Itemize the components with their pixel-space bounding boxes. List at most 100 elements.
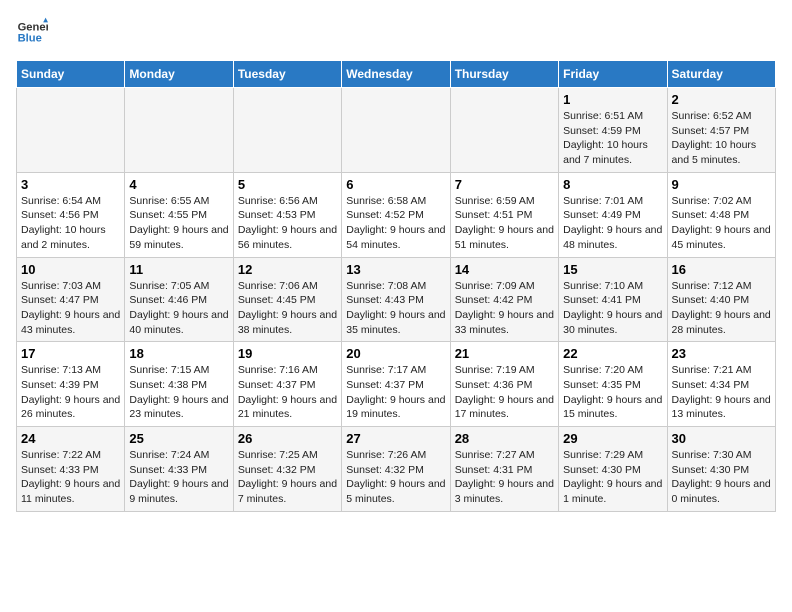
day-number: 2 (672, 92, 771, 107)
week-row-4: 17 Sunrise: 7:13 AMSunset: 4:39 PMDayligh… (17, 342, 776, 427)
day-cell (17, 88, 125, 173)
day-info: Sunrise: 6:59 AMSunset: 4:51 PMDaylight:… (455, 194, 554, 253)
day-info: Sunrise: 6:56 AMSunset: 4:53 PMDaylight:… (238, 194, 337, 253)
week-row-5: 24 Sunrise: 7:22 AMSunset: 4:33 PMDayligh… (17, 427, 776, 512)
day-number: 12 (238, 262, 337, 277)
day-number: 27 (346, 431, 445, 446)
day-number: 13 (346, 262, 445, 277)
day-cell: 1 Sunrise: 6:51 AMSunset: 4:59 PMDaylight… (559, 88, 667, 173)
day-cell: 11 Sunrise: 7:05 AMSunset: 4:46 PMDayligh… (125, 257, 233, 342)
day-info: Sunrise: 7:02 AMSunset: 4:48 PMDaylight:… (672, 194, 771, 253)
day-cell: 13 Sunrise: 7:08 AMSunset: 4:43 PMDayligh… (342, 257, 450, 342)
day-cell: 18Sunrise: 7:15 AMSunset: 4:38 PMDayligh… (125, 342, 233, 427)
day-cell: 23Sunrise: 7:21 AMSunset: 4:34 PMDayligh… (667, 342, 775, 427)
day-number: 17 (21, 346, 120, 361)
day-number: 18 (129, 346, 228, 361)
day-info: Sunrise: 7:21 AMSunset: 4:34 PMDaylight:… (672, 363, 771, 422)
day-cell: 22 Sunrise: 7:20 AMSunset: 4:35 PMDayligh… (559, 342, 667, 427)
day-header-friday: Friday (559, 61, 667, 88)
day-info: Sunrise: 7:16 AMSunset: 4:37 PMDaylight:… (238, 363, 337, 422)
day-header-wednesday: Wednesday (342, 61, 450, 88)
day-info: Sunrise: 7:03 AMSunset: 4:47 PMDaylight:… (21, 279, 120, 338)
day-number: 19 (238, 346, 337, 361)
header: General Blue (16, 16, 776, 48)
day-cell: 17 Sunrise: 7:13 AMSunset: 4:39 PMDayligh… (17, 342, 125, 427)
day-number: 4 (129, 177, 228, 192)
day-cell: 10 Sunrise: 7:03 AMSunset: 4:47 PMDayligh… (17, 257, 125, 342)
svg-text:General: General (18, 21, 48, 33)
day-cell: 20 Sunrise: 7:17 AMSunset: 4:37 PMDayligh… (342, 342, 450, 427)
day-info: Sunrise: 7:01 AMSunset: 4:49 PMDaylight:… (563, 194, 662, 253)
day-number: 20 (346, 346, 445, 361)
day-cell: 27Sunrise: 7:26 AMSunset: 4:32 PMDayligh… (342, 427, 450, 512)
day-cell (125, 88, 233, 173)
week-row-1: 1 Sunrise: 6:51 AMSunset: 4:59 PMDaylight… (17, 88, 776, 173)
day-info: Sunrise: 7:06 AMSunset: 4:45 PMDaylight:… (238, 279, 337, 338)
day-cell: 25Sunrise: 7:24 AMSunset: 4:33 PMDayligh… (125, 427, 233, 512)
day-cell: 7 Sunrise: 6:59 AMSunset: 4:51 PMDaylight… (450, 172, 558, 257)
day-info: Sunrise: 7:17 AMSunset: 4:37 PMDaylight:… (346, 363, 445, 422)
day-cell: 5 Sunrise: 6:56 AMSunset: 4:53 PMDaylight… (233, 172, 341, 257)
day-number: 3 (21, 177, 120, 192)
day-cell: 6 Sunrise: 6:58 AMSunset: 4:52 PMDaylight… (342, 172, 450, 257)
day-number: 24 (21, 431, 120, 446)
day-info: Sunrise: 7:22 AMSunset: 4:33 PMDaylight:… (21, 448, 120, 507)
day-info: Sunrise: 7:13 AMSunset: 4:39 PMDaylight:… (21, 363, 120, 422)
day-cell: 12 Sunrise: 7:06 AMSunset: 4:45 PMDayligh… (233, 257, 341, 342)
day-number: 11 (129, 262, 228, 277)
day-cell: 14 Sunrise: 7:09 AMSunset: 4:42 PMDayligh… (450, 257, 558, 342)
day-cell (233, 88, 341, 173)
day-cell (450, 88, 558, 173)
day-info: Sunrise: 7:20 AMSunset: 4:35 PMDaylight:… (563, 363, 662, 422)
logo: General Blue (16, 16, 52, 48)
header-row: SundayMondayTuesdayWednesdayThursdayFrid… (17, 61, 776, 88)
day-info: Sunrise: 7:12 AMSunset: 4:40 PMDaylight:… (672, 279, 771, 338)
day-number: 7 (455, 177, 554, 192)
day-cell: 30Sunrise: 7:30 AMSunset: 4:30 PMDayligh… (667, 427, 775, 512)
day-info: Sunrise: 7:05 AMSunset: 4:46 PMDaylight:… (129, 279, 228, 338)
day-number: 15 (563, 262, 662, 277)
day-number: 9 (672, 177, 771, 192)
day-header-sunday: Sunday (17, 61, 125, 88)
day-number: 1 (563, 92, 662, 107)
day-number: 6 (346, 177, 445, 192)
day-info: Sunrise: 6:54 AMSunset: 4:56 PMDaylight:… (21, 194, 120, 253)
day-number: 26 (238, 431, 337, 446)
day-cell: 19 Sunrise: 7:16 AMSunset: 4:37 PMDayligh… (233, 342, 341, 427)
svg-text:Blue: Blue (18, 33, 42, 45)
day-cell: 28 Sunrise: 7:27 AMSunset: 4:31 PMDayligh… (450, 427, 558, 512)
day-cell: 4 Sunrise: 6:55 AMSunset: 4:55 PMDaylight… (125, 172, 233, 257)
day-header-tuesday: Tuesday (233, 61, 341, 88)
day-info: Sunrise: 6:55 AMSunset: 4:55 PMDaylight:… (129, 194, 228, 253)
week-row-2: 3 Sunrise: 6:54 AMSunset: 4:56 PMDaylight… (17, 172, 776, 257)
day-cell: 24 Sunrise: 7:22 AMSunset: 4:33 PMDayligh… (17, 427, 125, 512)
day-info: Sunrise: 7:09 AMSunset: 4:42 PMDaylight:… (455, 279, 554, 338)
day-info: Sunrise: 7:24 AMSunset: 4:33 PMDaylight:… (129, 448, 228, 507)
day-cell: 3 Sunrise: 6:54 AMSunset: 4:56 PMDaylight… (17, 172, 125, 257)
day-info: Sunrise: 7:27 AMSunset: 4:31 PMDaylight:… (455, 448, 554, 507)
day-number: 10 (21, 262, 120, 277)
day-header-monday: Monday (125, 61, 233, 88)
day-header-saturday: Saturday (667, 61, 775, 88)
calendar-table: SundayMondayTuesdayWednesdayThursdayFrid… (16, 60, 776, 512)
day-info: Sunrise: 7:29 AMSunset: 4:30 PMDaylight:… (563, 448, 662, 507)
day-cell: 29 Sunrise: 7:29 AMSunset: 4:30 PMDayligh… (559, 427, 667, 512)
day-info: Sunrise: 6:52 AMSunset: 4:57 PMDaylight:… (672, 109, 771, 168)
day-cell (342, 88, 450, 173)
day-number: 14 (455, 262, 554, 277)
day-cell: 8 Sunrise: 7:01 AMSunset: 4:49 PMDaylight… (559, 172, 667, 257)
day-number: 5 (238, 177, 337, 192)
day-info: Sunrise: 6:58 AMSunset: 4:52 PMDaylight:… (346, 194, 445, 253)
week-row-3: 10 Sunrise: 7:03 AMSunset: 4:47 PMDayligh… (17, 257, 776, 342)
day-info: Sunrise: 6:51 AMSunset: 4:59 PMDaylight:… (563, 109, 662, 168)
day-info: Sunrise: 7:25 AMSunset: 4:32 PMDaylight:… (238, 448, 337, 507)
day-number: 28 (455, 431, 554, 446)
day-number: 22 (563, 346, 662, 361)
day-number: 8 (563, 177, 662, 192)
day-info: Sunrise: 7:10 AMSunset: 4:41 PMDaylight:… (563, 279, 662, 338)
day-info: Sunrise: 7:08 AMSunset: 4:43 PMDaylight:… (346, 279, 445, 338)
day-number: 21 (455, 346, 554, 361)
day-number: 30 (672, 431, 771, 446)
day-cell: 15 Sunrise: 7:10 AMSunset: 4:41 PMDayligh… (559, 257, 667, 342)
day-number: 29 (563, 431, 662, 446)
